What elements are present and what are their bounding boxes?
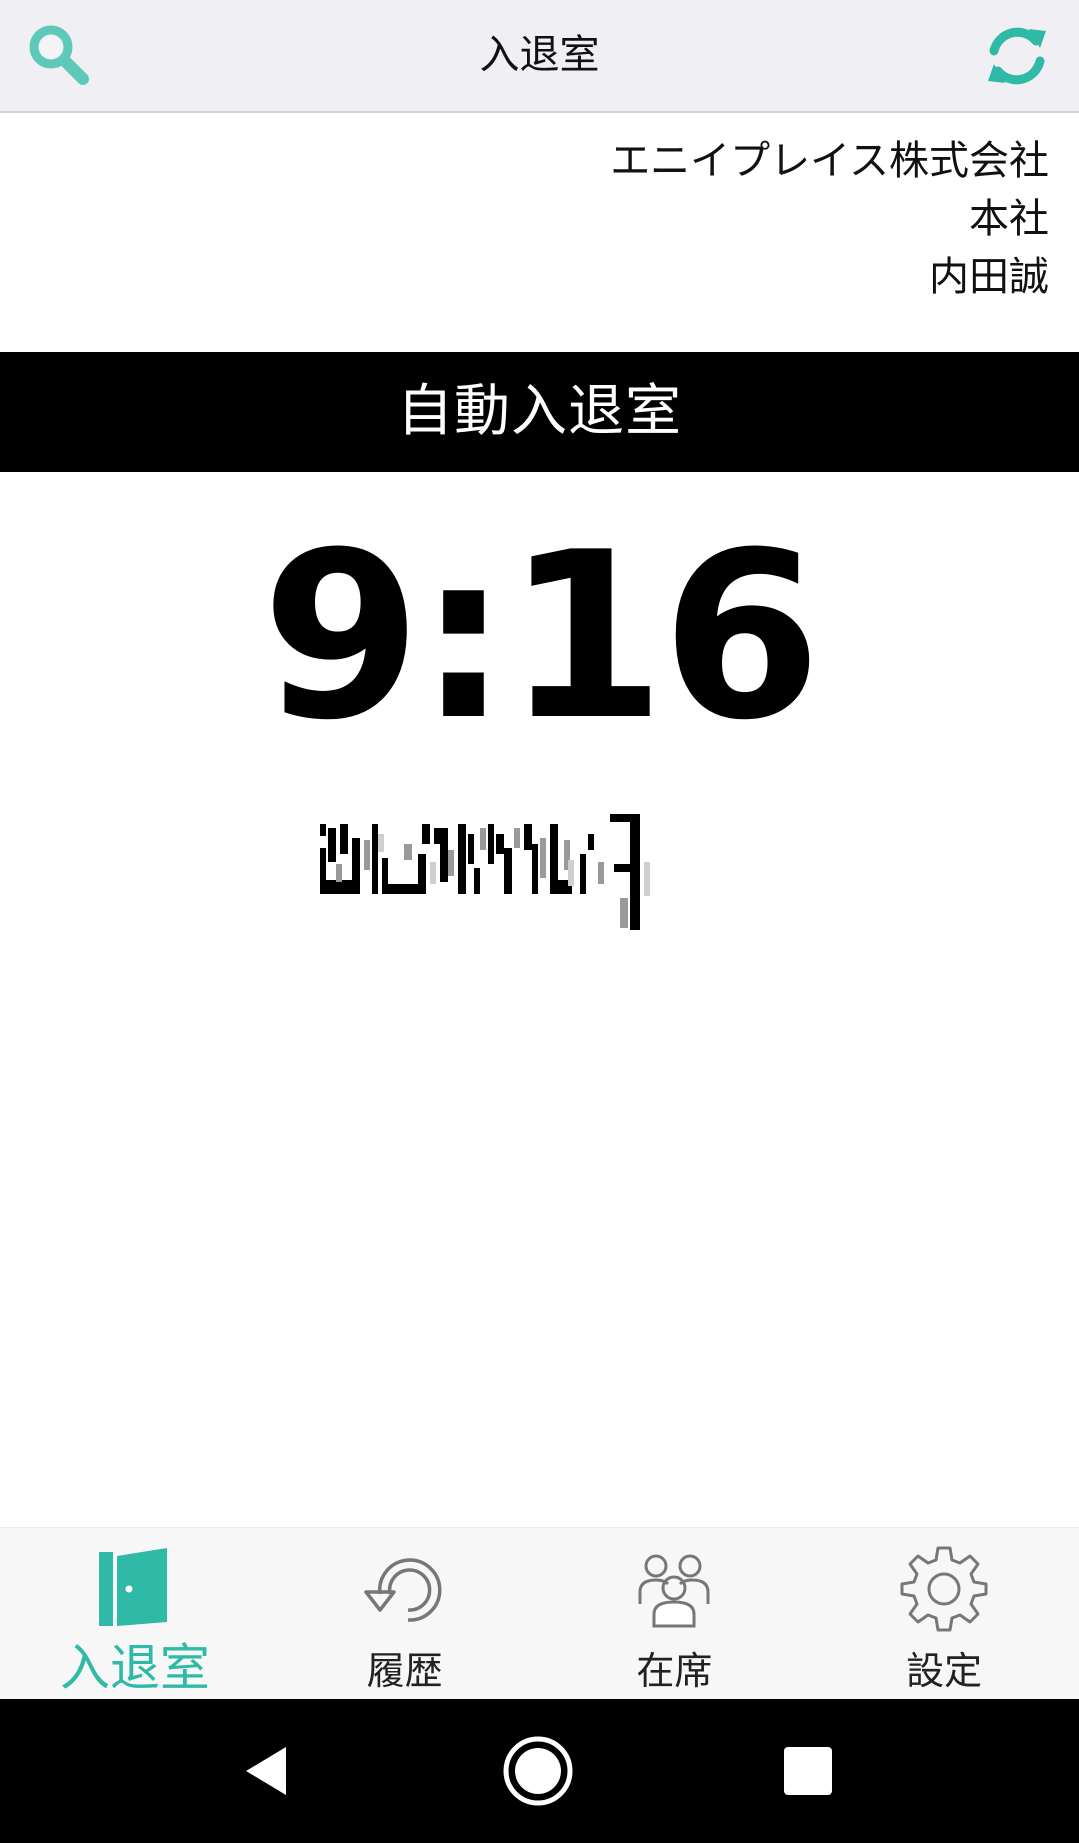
tab-settings[interactable]: 設定 — [809, 1528, 1079, 1699]
system-nav-bar — [0, 1699, 1079, 1843]
refresh-button[interactable] — [977, 16, 1057, 96]
tab-settings-label: 設定 — [906, 1649, 983, 1693]
history-icon — [355, 1538, 455, 1638]
office-name: 本社 — [969, 196, 1049, 242]
back-button[interactable] — [226, 1729, 310, 1813]
clock-time: 9:16 — [261, 504, 821, 771]
home-button[interactable] — [496, 1729, 580, 1813]
user-info: エニイプレイス株式会社 本社 内田誠 — [610, 132, 1049, 306]
tab-history-label: 履歴 — [366, 1649, 443, 1693]
gear-icon — [894, 1538, 994, 1638]
people-icon — [624, 1538, 724, 1638]
app-screen: 入退室 エニイプレイス株式会社 本社 内田誠 自動入退室 9:16 入退室 履歴… — [0, 0, 1079, 1843]
tab-entry-exit-label: 入退室 — [59, 1639, 210, 1697]
refresh-icon — [988, 27, 1046, 85]
user-name: 内田誠 — [929, 254, 1049, 300]
door-icon — [85, 1538, 185, 1638]
recents-icon — [784, 1747, 832, 1795]
page-title: 入退室 — [479, 32, 600, 78]
back-icon — [246, 1747, 286, 1795]
tab-presence[interactable]: 在席 — [540, 1528, 810, 1699]
date-glitch-text — [320, 814, 650, 930]
tab-history[interactable]: 履歴 — [270, 1528, 540, 1699]
tab-entry-exit[interactable]: 入退室 — [0, 1528, 270, 1699]
auto-entry-banner: 自動入退室 — [0, 352, 1079, 472]
company-name: エニイプレイス株式会社 — [610, 138, 1049, 184]
bottom-tab-bar: 入退室 履歴 在席 設定 — [0, 1527, 1079, 1699]
recents-button[interactable] — [766, 1729, 850, 1813]
header-bar: 入退室 — [0, 0, 1079, 113]
home-icon — [503, 1736, 573, 1806]
tab-presence-label: 在席 — [636, 1649, 713, 1693]
